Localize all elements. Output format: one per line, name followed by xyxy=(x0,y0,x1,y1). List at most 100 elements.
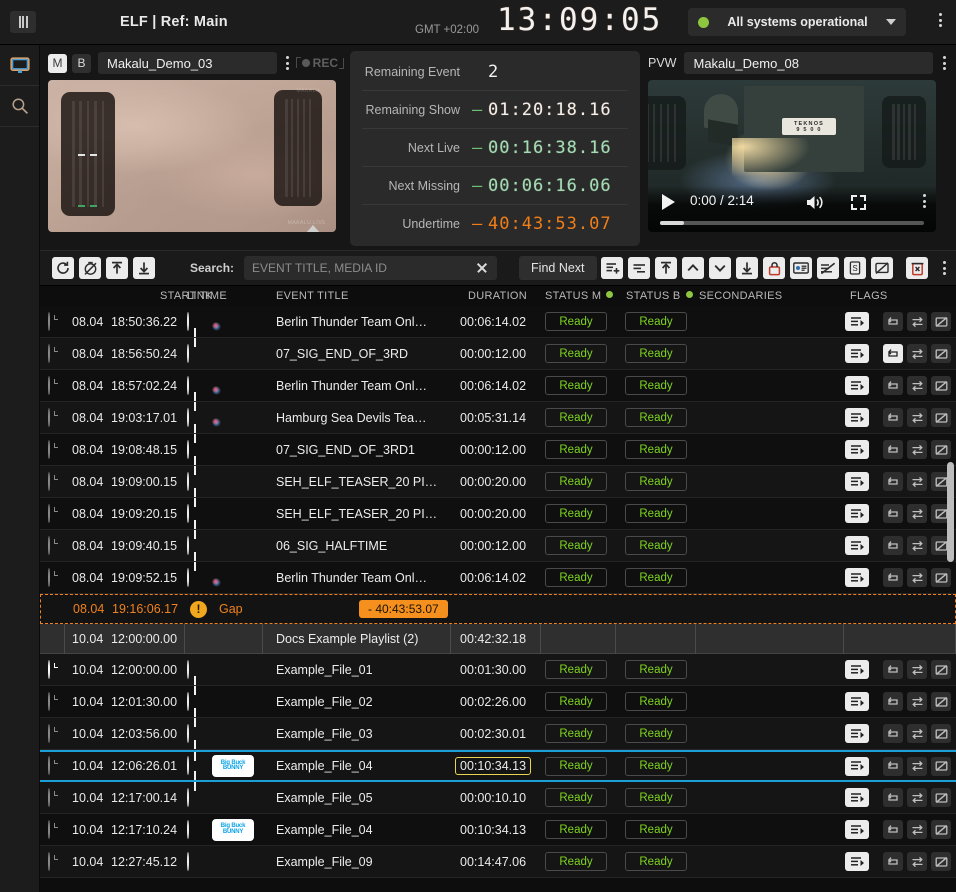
link-node-icon[interactable] xyxy=(187,567,189,587)
no-broadcast-icon[interactable] xyxy=(931,788,951,807)
close-icon[interactable] xyxy=(475,261,489,275)
duration-cell[interactable]: 00:06:14.02 xyxy=(460,379,526,393)
seconds-button[interactable]: S xyxy=(844,257,866,279)
more-vertical-icon[interactable] xyxy=(923,194,926,208)
duration-cell[interactable]: 00:00:20.00 xyxy=(460,475,526,489)
more-vertical-icon[interactable] xyxy=(939,13,942,27)
row-title[interactable]: SEH_ELF_TEASER_20 PI… xyxy=(276,475,437,489)
playlist-icon[interactable] xyxy=(845,408,869,427)
status-b-badge[interactable]: Ready xyxy=(625,724,687,743)
play-icon[interactable] xyxy=(662,194,675,210)
system-status-dropdown[interactable]: All systems operational xyxy=(688,8,906,36)
playlist-icon[interactable] xyxy=(845,660,869,679)
no-broadcast-icon[interactable] xyxy=(931,724,951,743)
unlink-button[interactable] xyxy=(817,257,839,279)
column-header-status-m[interactable]: STATUS M xyxy=(545,290,614,302)
link-node-icon[interactable] xyxy=(187,343,189,363)
swap-icon[interactable] xyxy=(907,312,927,331)
loop-icon[interactable] xyxy=(883,788,903,807)
record-indicator[interactable]: REC xyxy=(295,56,344,70)
swap-icon[interactable] xyxy=(907,788,927,807)
table-row[interactable]: 10.04 12:01:30.00 Example_File_02 00:02:26.… xyxy=(40,686,956,718)
status-b-badge[interactable]: Ready xyxy=(625,788,687,807)
loop-icon[interactable] xyxy=(883,536,903,555)
no-broadcast-icon[interactable] xyxy=(931,376,951,395)
loop-icon[interactable] xyxy=(883,344,903,363)
lock-button[interactable] xyxy=(763,257,785,279)
duration-cell[interactable]: 00:06:14.02 xyxy=(460,571,526,585)
loop-icon[interactable] xyxy=(883,724,903,743)
table-row[interactable]: 10.04 12:17:10.24 Big Buck BUNNY Example_Fil… xyxy=(40,814,956,846)
playlist-icon[interactable] xyxy=(845,536,869,555)
duration-cell[interactable]: 00:02:30.01 xyxy=(460,727,526,741)
status-m-badge[interactable]: Ready xyxy=(545,724,607,743)
status-m-badge[interactable]: Ready xyxy=(545,788,607,807)
swap-icon[interactable] xyxy=(907,504,927,523)
swap-icon[interactable] xyxy=(907,376,927,395)
swap-icon[interactable] xyxy=(907,568,927,587)
volume-icon[interactable] xyxy=(805,194,825,216)
status-m-badge[interactable]: Ready xyxy=(545,408,607,427)
duration-cell[interactable]: 00:00:12.00 xyxy=(460,443,526,457)
no-broadcast-icon[interactable] xyxy=(931,312,951,331)
thumbnail[interactable]: Big Buck BUNNY xyxy=(212,818,254,841)
loop-icon[interactable] xyxy=(883,660,903,679)
row-title[interactable]: Berlin Thunder Team Onl… xyxy=(276,571,427,585)
table-row-playlist-header[interactable]: 10.04 12:00:00.00 Docs Example Playlist (2… xyxy=(40,624,956,654)
thumbnail[interactable]: Big Buck BUNNY xyxy=(212,755,254,777)
delete-button[interactable] xyxy=(906,257,928,279)
swap-icon[interactable] xyxy=(907,820,927,839)
status-m-badge[interactable]: Ready xyxy=(545,440,607,459)
column-header-duration[interactable]: DURATION xyxy=(468,290,527,302)
swap-icon[interactable] xyxy=(907,408,927,427)
row-title[interactable]: Berlin Thunder Team Onl… xyxy=(276,315,427,329)
loop-icon[interactable] xyxy=(883,852,903,871)
row-start-time[interactable]: 12:06:26.01 xyxy=(111,759,177,773)
playlist-icon[interactable] xyxy=(845,820,869,839)
swap-icon[interactable] xyxy=(907,472,927,491)
status-m-badge[interactable]: Ready xyxy=(545,756,607,776)
link-node-icon[interactable] xyxy=(187,503,189,523)
playlist-icon[interactable] xyxy=(845,568,869,587)
row-title[interactable]: SEH_ELF_TEASER_20 PI… xyxy=(276,507,437,521)
no-broadcast-icon[interactable] xyxy=(931,568,951,587)
link-node-icon[interactable] xyxy=(187,375,189,395)
link-node-icon[interactable] xyxy=(187,819,189,839)
duration-cell[interactable]: 00:00:10.10 xyxy=(460,791,526,805)
loop-icon[interactable] xyxy=(883,376,903,395)
status-b-badge[interactable]: Ready xyxy=(625,376,687,395)
list-indent-button[interactable] xyxy=(628,257,650,279)
status-b-badge[interactable]: Ready xyxy=(625,852,687,871)
column-header-secondaries[interactable]: SECONDARIES xyxy=(699,290,782,302)
status-b-badge[interactable]: Ready xyxy=(625,660,687,679)
link-node-icon[interactable] xyxy=(187,723,189,743)
sidebar-item-search[interactable] xyxy=(0,86,39,127)
jump-bottom-button[interactable] xyxy=(736,257,758,279)
loop-icon[interactable] xyxy=(883,568,903,587)
status-b-badge[interactable]: Ready xyxy=(625,692,687,711)
row-title[interactable]: Hamburg Sea Devils Tea… xyxy=(276,411,427,425)
duration-cell[interactable]: 00:02:26.00 xyxy=(460,695,526,709)
table-row[interactable]: 08.04 19:09:40.15 06_SIG_HALFTIME 00:00:12.… xyxy=(40,530,956,562)
swap-icon[interactable] xyxy=(907,852,927,871)
preview-video[interactable]: TEKNOS 9 5 0 0 0:00 / 2:14 xyxy=(648,80,936,232)
status-b-badge[interactable]: Ready xyxy=(625,536,687,555)
row-title[interactable]: Example_File_02 xyxy=(276,695,373,709)
column-header-title[interactable]: EVENT TITLE xyxy=(276,290,349,302)
row-start-time[interactable]: 12:17:10.24 xyxy=(111,823,177,837)
status-m-badge[interactable]: Ready xyxy=(545,820,607,839)
row-start-time[interactable]: 19:08:48.15 xyxy=(111,443,177,457)
swap-icon[interactable] xyxy=(907,536,927,555)
search-box[interactable] xyxy=(244,256,498,280)
refresh-button[interactable] xyxy=(52,257,74,279)
swap-icon[interactable] xyxy=(907,440,927,459)
playlist-icon[interactable] xyxy=(845,852,869,871)
column-header-flags[interactable]: FLAGS xyxy=(850,290,888,302)
loop-icon[interactable] xyxy=(883,820,903,839)
move-down-button[interactable] xyxy=(709,257,731,279)
row-start-time[interactable]: 12:17:00.14 xyxy=(111,791,177,805)
status-b-badge[interactable]: Ready xyxy=(625,568,687,587)
column-header-link[interactable]: LINK xyxy=(187,290,213,302)
row-start-time[interactable]: 12:03:56.00 xyxy=(111,727,177,741)
playlist-icon[interactable] xyxy=(845,756,869,776)
